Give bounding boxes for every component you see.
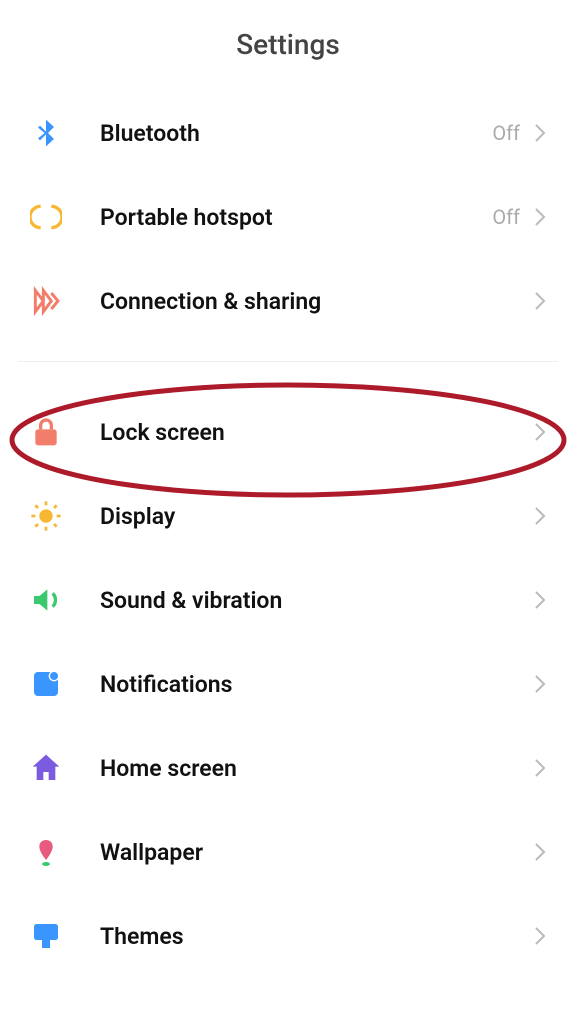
settings-item-label: Home screen [100, 755, 534, 782]
settings-item-portable-hotspot[interactable]: Portable hotspot Off [0, 175, 576, 259]
settings-item-notifications[interactable]: Notifications [0, 642, 576, 726]
settings-item-label: Display [100, 503, 534, 530]
chevron-right-icon [534, 506, 546, 526]
bluetooth-icon [30, 117, 100, 149]
page-title: Settings [0, 28, 576, 61]
settings-item-label: Connection & sharing [100, 288, 534, 315]
settings-item-label: Portable hotspot [100, 204, 492, 231]
header: Settings [0, 0, 576, 91]
chevron-right-icon [534, 842, 546, 862]
chevron-right-icon [534, 123, 546, 143]
chevron-right-icon [534, 590, 546, 610]
chevron-right-icon [534, 291, 546, 311]
chevron-right-icon [534, 674, 546, 694]
settings-item-sound-vibration[interactable]: Sound & vibration [0, 558, 576, 642]
chevron-right-icon [534, 758, 546, 778]
settings-item-label: Themes [100, 923, 534, 950]
sun-icon [30, 500, 100, 532]
settings-item-status: Off [492, 205, 520, 229]
settings-item-bluetooth[interactable]: Bluetooth Off [0, 91, 576, 175]
settings-item-label: Lock screen [100, 419, 534, 446]
settings-item-wallpaper[interactable]: Wallpaper [0, 810, 576, 894]
settings-item-label: Notifications [100, 671, 534, 698]
settings-item-label: Sound & vibration [100, 587, 534, 614]
chevron-right-icon [534, 422, 546, 442]
themes-icon [30, 920, 100, 952]
settings-item-connection-sharing[interactable]: Connection & sharing [0, 259, 576, 343]
chevron-right-icon [534, 207, 546, 227]
home-icon [30, 752, 100, 784]
settings-item-lock-screen[interactable]: Lock screen [0, 390, 576, 474]
settings-list: Bluetooth Off Portable hotspot Off Conne… [0, 91, 576, 978]
settings-item-label: Wallpaper [100, 839, 534, 866]
settings-item-label: Bluetooth [100, 120, 492, 147]
settings-item-display[interactable]: Display [0, 474, 576, 558]
wallpaper-icon [30, 836, 100, 868]
sound-icon [30, 584, 100, 616]
share-icon [30, 285, 100, 317]
chevron-right-icon [534, 926, 546, 946]
hotspot-icon [30, 201, 100, 233]
settings-item-home-screen[interactable]: Home screen [0, 726, 576, 810]
settings-item-status: Off [492, 121, 520, 145]
notifications-icon [30, 668, 100, 700]
section-divider [18, 361, 558, 362]
lock-icon [30, 416, 100, 448]
settings-item-themes[interactable]: Themes [0, 894, 576, 978]
